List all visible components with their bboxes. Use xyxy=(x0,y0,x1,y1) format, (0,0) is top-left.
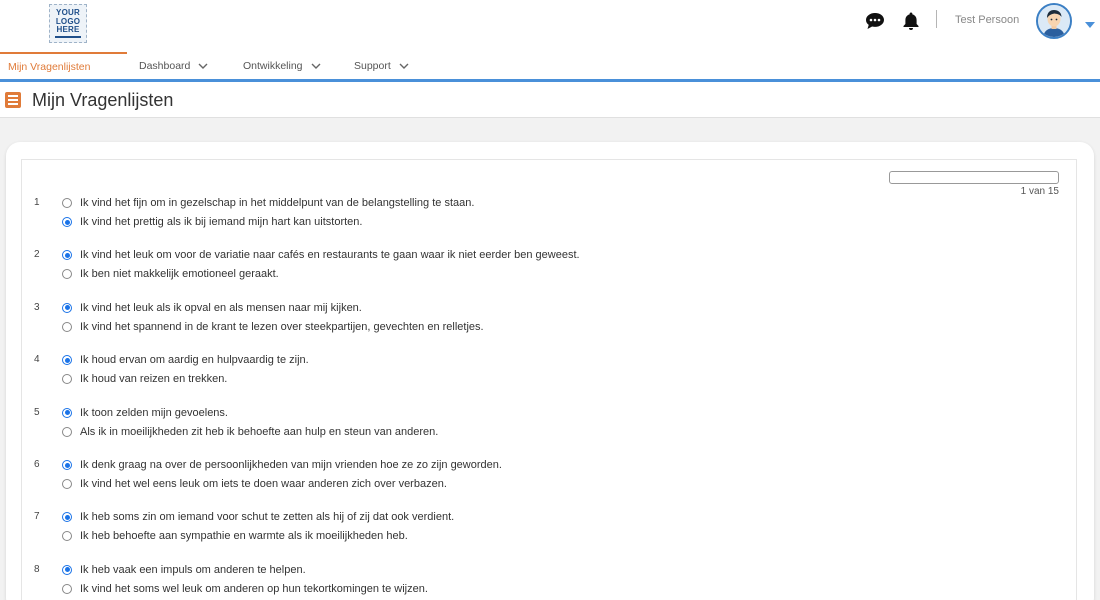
answer-option[interactable]: Ik heb soms zin om iemand voor schut te … xyxy=(62,509,454,525)
question-number: 6 xyxy=(34,459,40,470)
radio-button[interactable] xyxy=(62,198,72,208)
radio-button[interactable] xyxy=(62,374,72,385)
nav-item-dashboard[interactable]: Dashboard xyxy=(139,52,208,79)
radio-button[interactable] xyxy=(62,217,72,227)
page-title-bar: Mijn Vragenlijsten xyxy=(0,82,1100,118)
answer-option-label: Ik vind het wel eens leuk om iets te doe… xyxy=(80,478,447,490)
chevron-down-icon xyxy=(198,63,208,69)
answer-option-label: Ik heb behoefte aan sympathie en warmte … xyxy=(80,530,408,543)
answer-option[interactable]: Ik vind het spannend in de krant te leze… xyxy=(62,319,484,335)
nav-item-support[interactable]: Support xyxy=(354,52,409,79)
radio-button[interactable] xyxy=(62,426,72,437)
answer-option-label: Ik vind het prettig als ik bij iemand mi… xyxy=(80,216,363,228)
answer-option[interactable]: Ik houd ervan om aardig en hulpvaardig t… xyxy=(62,352,309,368)
header-divider xyxy=(936,10,937,28)
answer-option-label: Ik vind het soms wel leuk om anderen op … xyxy=(80,582,428,595)
answer-option-label: Ik denk graag na over de persoonlijkhede… xyxy=(80,459,502,471)
radio-button[interactable] xyxy=(62,269,72,280)
answer-option[interactable]: Ik vind het wel eens leuk om iets te doe… xyxy=(62,476,447,492)
chevron-down-icon xyxy=(399,63,409,69)
answer-option-label: Als ik in moeilijkheden zit heb ik behoe… xyxy=(80,425,439,438)
questionnaire-panel: 1 van 15 1 Ik vind het fijn om in gezelsc… xyxy=(21,159,1077,600)
answer-option-label: Ik vind het fijn om in gezelschap in het… xyxy=(80,197,475,209)
radio-button[interactable] xyxy=(62,302,72,313)
radio-button[interactable] xyxy=(62,479,72,489)
answer-option[interactable]: Ik vind het soms wel leuk om anderen op … xyxy=(62,581,428,597)
answer-option[interactable]: Ik heb behoefte aan sympathie en warmte … xyxy=(62,528,408,544)
main-nav: Mijn Vragenlijsten Dashboard Ontwikkelin… xyxy=(0,52,1100,79)
question-number: 5 xyxy=(34,406,40,418)
question-number: 8 xyxy=(34,563,40,575)
radio-button[interactable] xyxy=(62,583,72,594)
answer-option-label: Ik heb soms zin om iemand voor schut te … xyxy=(80,511,455,524)
bell-icon[interactable] xyxy=(900,10,922,32)
user-name[interactable]: Test Persoon xyxy=(955,14,1019,26)
answer-option[interactable]: Als ik in moeilijkheden zit heb ik behoe… xyxy=(62,424,438,440)
answer-option-label: Ik ben niet makkelijk emotioneel geraakt… xyxy=(80,268,279,281)
radio-button[interactable] xyxy=(62,250,72,261)
answer-option[interactable]: Ik houd van reizen en trekken. xyxy=(62,371,227,387)
question-number: 3 xyxy=(34,301,40,313)
question-number: 1 xyxy=(34,197,40,208)
answer-option-label: Ik houd ervan om aardig en hulpvaardig t… xyxy=(80,354,309,367)
question-number: 4 xyxy=(34,354,40,366)
avatar[interactable] xyxy=(1036,3,1072,39)
answer-option[interactable]: Ik vind het leuk om voor de variatie naa… xyxy=(62,247,580,263)
top-header: YOUR LOGO HERE Test Persoon xyxy=(0,0,1100,52)
answer-option[interactable]: Ik toon zelden mijn gevoelens. xyxy=(62,405,228,421)
questionnaire-card: 1 van 15 1 Ik vind het fijn om in gezelsc… xyxy=(6,142,1094,600)
logo-line: HERE xyxy=(56,25,80,35)
nav-item-ontwikkeling[interactable]: Ontwikkeling xyxy=(243,52,321,79)
radio-button[interactable] xyxy=(62,512,72,523)
page-title: Mijn Vragenlijsten xyxy=(32,90,174,110)
question-number: 7 xyxy=(34,511,40,523)
nav-item-mijn-vragenlijsten[interactable]: Mijn Vragenlijsten xyxy=(0,52,127,79)
company-logo[interactable]: YOUR LOGO HERE xyxy=(49,4,87,43)
question-number: 2 xyxy=(34,249,40,261)
radio-button[interactable] xyxy=(62,564,72,575)
answer-option-label: Ik toon zelden mijn gevoelens. xyxy=(80,406,228,419)
answer-option-label: Ik vind het spannend in de krant te leze… xyxy=(80,320,484,333)
answer-option-label: Ik vind het leuk om voor de variatie naa… xyxy=(80,249,580,262)
answer-option[interactable]: Ik vind het fijn om in gezelschap in het… xyxy=(62,195,474,211)
progress-bar xyxy=(889,171,1059,184)
radio-button[interactable] xyxy=(62,460,72,470)
nav-item-label: Dashboard xyxy=(139,59,191,72)
progress-text: 1 van 15 xyxy=(1020,186,1059,197)
answer-option[interactable]: Ik heb vaak een impuls om anderen te hel… xyxy=(62,562,306,578)
nav-item-label: Support xyxy=(354,59,391,72)
radio-button[interactable] xyxy=(62,531,72,542)
answer-option[interactable]: Ik denk graag na over de persoonlijkhede… xyxy=(62,457,502,473)
nav-item-label: Mijn Vragenlijsten xyxy=(8,60,91,73)
nav-item-label: Ontwikkeling xyxy=(243,59,303,72)
radio-button[interactable] xyxy=(62,407,72,418)
chat-icon[interactable] xyxy=(864,10,886,32)
answer-option-label: Ik vind het leuk als ik opval en als men… xyxy=(80,301,362,314)
logo-underline xyxy=(55,35,81,38)
list-icon xyxy=(5,92,21,108)
answer-option[interactable]: Ik vind het leuk als ik opval en als men… xyxy=(62,300,362,316)
radio-button[interactable] xyxy=(62,355,72,366)
radio-button[interactable] xyxy=(62,321,72,332)
answer-option-label: Ik houd van reizen en trekken. xyxy=(80,373,228,386)
answer-option[interactable]: Ik ben niet makkelijk emotioneel geraakt… xyxy=(62,266,279,282)
chevron-down-icon[interactable] xyxy=(1085,15,1095,33)
answer-option[interactable]: Ik vind het prettig als ik bij iemand mi… xyxy=(62,214,362,230)
chevron-down-icon xyxy=(311,63,321,69)
answer-option-label: Ik heb vaak een impuls om anderen te hel… xyxy=(80,563,306,576)
